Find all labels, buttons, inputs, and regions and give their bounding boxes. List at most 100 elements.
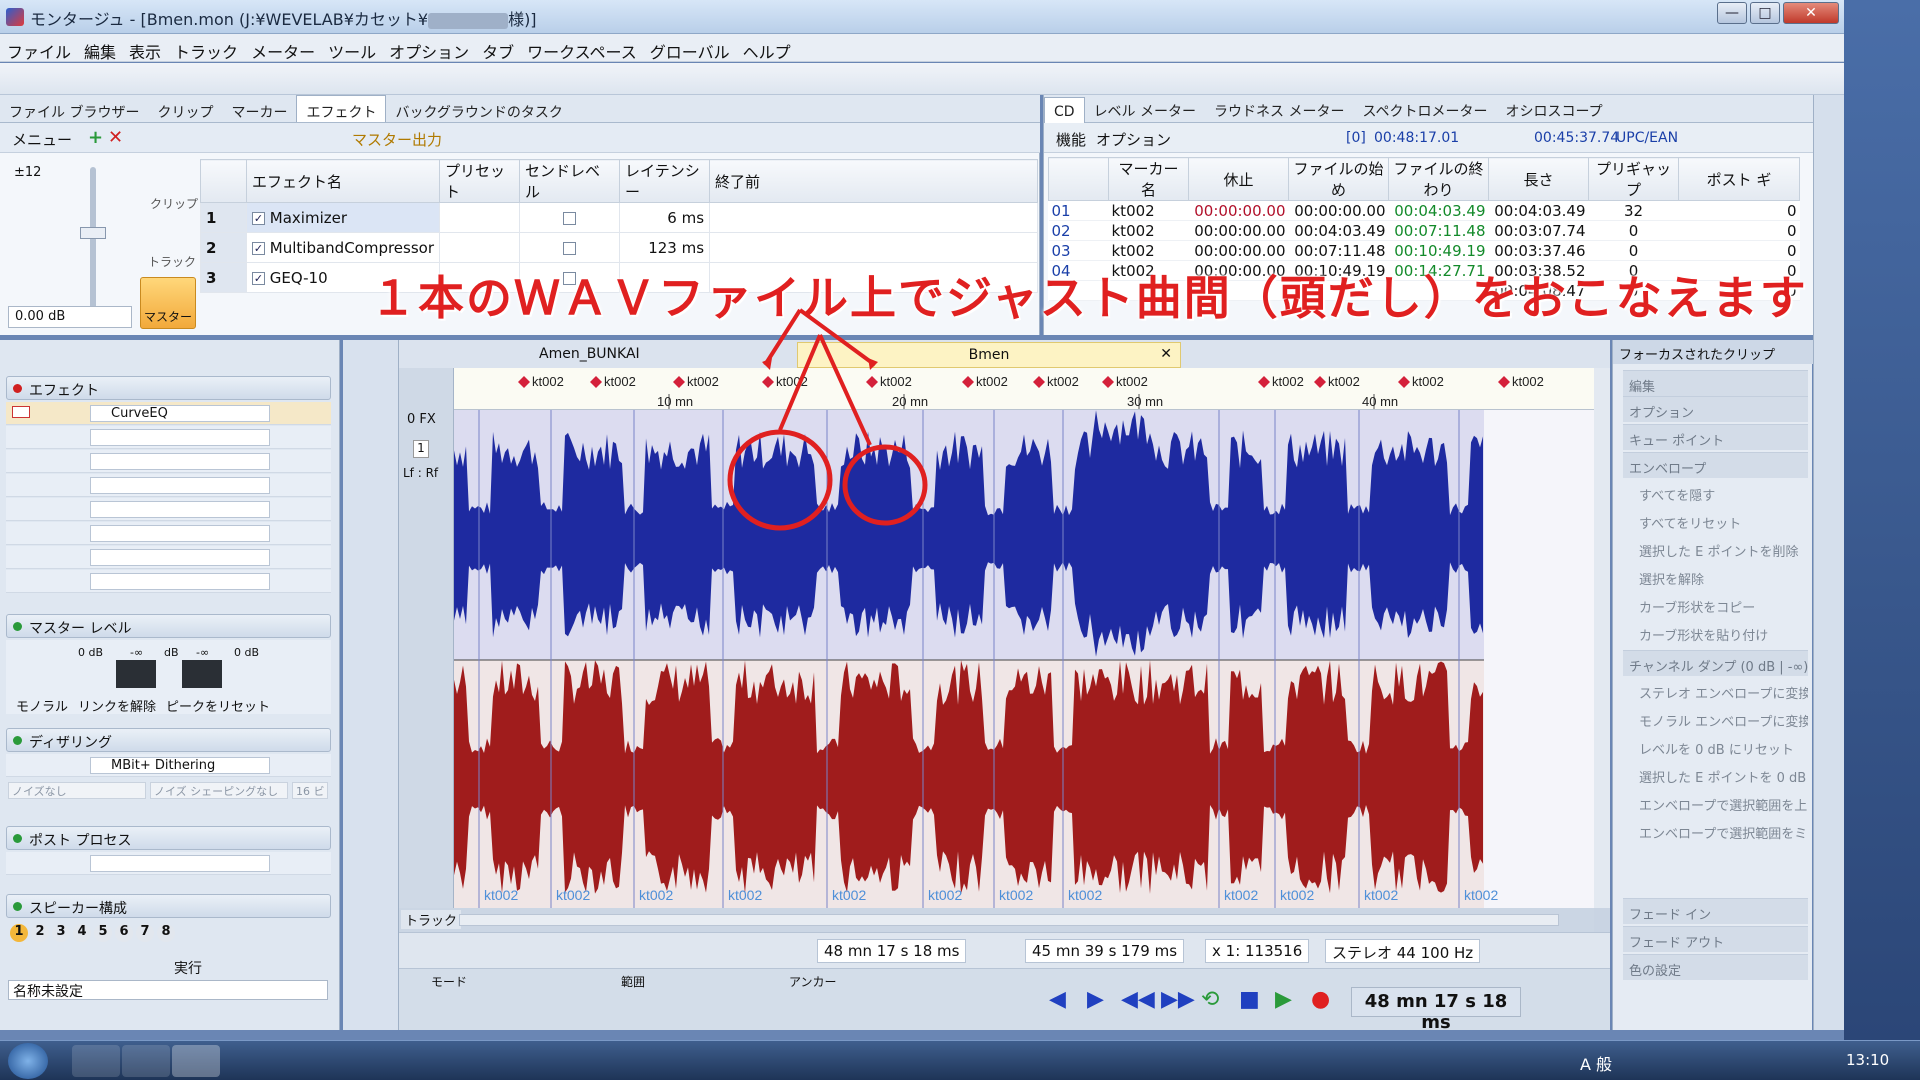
fast-forward-icon[interactable]: ▶▶ [1161,987,1195,1012]
col-before-end[interactable]: 終了前 [709,159,1038,203]
start-button[interactable] [8,1043,48,1079]
time-display[interactable]: 48 mn 17 s 18 ms [1351,987,1521,1033]
play-icon[interactable]: ▶ [1275,987,1292,1012]
track-number[interactable]: 1 [413,440,429,458]
effect-enable-checkbox[interactable]: ✓ [252,271,265,285]
tab-level-meter[interactable]: レベル メーター [1085,95,1205,122]
upc-ean-label[interactable]: UPC/EAN [1616,130,1678,146]
reset-peak-button[interactable]: ピークをリセット [166,696,270,715]
cd-marker[interactable] [1398,376,1410,388]
focus-menu-item[interactable]: オプション [1623,396,1808,422]
record-icon[interactable]: ● [1311,987,1330,1012]
effects-menu-button[interactable]: メニュー [12,129,72,150]
menu-help[interactable]: ヘルプ [736,34,797,63]
wavelab-taskbar-icon[interactable] [172,1045,220,1077]
post-process-header[interactable]: ポスト プロセス [6,826,331,850]
cd-marker[interactable] [1498,376,1510,388]
focus-menu-item[interactable]: 色の設定 [1623,954,1808,980]
preset-name-field[interactable]: 名称未設定 [8,980,328,1000]
cd-marker[interactable] [1102,376,1114,388]
speaker-5[interactable]: 5 [94,924,112,942]
loop-icon[interactable]: ⟲ [1201,987,1219,1012]
cd-marker[interactable] [590,376,602,388]
stop-icon[interactable]: ■ [1239,987,1260,1012]
explorer-taskbar-icon[interactable] [72,1045,120,1077]
focus-menu-item[interactable]: エンベロープ [1623,452,1808,478]
track-scope-label[interactable]: トラック [148,253,196,270]
close-tab-icon[interactable]: ✕ [1160,346,1172,362]
tab-amen-bunkai[interactable]: Amen_BUNKAI [539,346,640,362]
speaker-config-header[interactable]: スピーカー構成 [6,894,331,918]
col-length[interactable]: 長さ [1488,157,1589,201]
col-postgap[interactable]: ポスト ギ [1678,157,1800,201]
add-icon[interactable]: + [88,127,103,148]
focus-menu-item[interactable]: ステレオ エンベロープに変換 [1623,678,1808,704]
tab-spectrometer[interactable]: スペクトロメーター [1353,95,1496,122]
effect-slot[interactable] [6,522,331,545]
menu-tools[interactable]: ツール [321,34,382,63]
col-latency[interactable]: レイテンシー [619,159,711,203]
focus-menu-item[interactable]: モノラル エンベロープに変換 [1623,706,1808,732]
dithering-header[interactable]: ディザリング [6,728,331,752]
close-button[interactable]: ✕ [1783,2,1839,24]
focus-menu-item[interactable]: エンベロープで選択範囲をミ [1623,818,1808,844]
focus-menu-item[interactable]: チャンネル ダンプ (0 dB | -∞) [1623,650,1808,676]
focus-menu-item[interactable]: エンベロープで選択範囲を上 [1623,790,1808,816]
cd-track-row[interactable]: 02 kt002 00:00:00.00 00:04:03.49 00:07:11.48… [1048,220,1800,241]
effect-slot[interactable] [6,426,331,449]
tab-markers[interactable]: マーカー [222,96,296,123]
menu-edit[interactable]: 編集 [77,34,122,63]
menu-meter[interactable]: メーター [244,34,321,63]
focus-menu-item[interactable]: フェード イン [1623,898,1808,924]
focus-menu-item[interactable]: キュー ポイント [1623,424,1808,450]
send-checkbox[interactable] [563,241,577,255]
effects-section-header[interactable]: エフェクト [6,376,331,400]
cd-track-row[interactable]: 03 kt002 00:00:00.00 00:07:11.48 00:10:49.19… [1048,240,1800,261]
col-file-start[interactable]: ファイルの始め [1288,157,1389,201]
browser-taskbar-icon[interactable] [122,1045,170,1077]
menu-track[interactable]: トラック [167,34,244,63]
clip-scope-label[interactable]: クリップ [150,195,198,212]
focus-menu-item[interactable]: カーブ形状をコピー [1623,592,1808,618]
effect-slot[interactable] [6,546,331,569]
focus-menu-item[interactable]: 編集 [1623,370,1808,396]
cd-marker[interactable] [518,376,530,388]
cd-marker[interactable] [866,376,878,388]
tab-clips[interactable]: クリップ [148,96,222,123]
cd-options-menu[interactable]: オプション [1096,129,1171,150]
menu-options[interactable]: オプション [382,34,475,63]
send-checkbox[interactable] [563,211,577,225]
effect-enable-checkbox[interactable]: ✓ [252,241,265,255]
cd-marker[interactable] [1314,376,1326,388]
remove-icon[interactable] [12,406,30,418]
col-file-end[interactable]: ファイルの終わり [1388,157,1489,201]
focus-menu-item[interactable]: すべてを隠す [1623,480,1808,506]
tab-oscilloscope[interactable]: オシロスコープ [1497,95,1612,122]
tab-effects[interactable]: エフェクト [296,95,387,122]
cd-marker[interactable] [962,376,974,388]
focus-menu-item[interactable]: カーブ形状を貼り付け [1623,620,1808,646]
menu-global[interactable]: グローバル [643,34,736,63]
focus-menu-item[interactable]: 選択した E ポイントを削除 [1623,536,1808,562]
effect-row[interactable]: 1 ✓ Maximizer 6 ms [200,202,1038,233]
speaker-8[interactable]: 8 [157,924,175,942]
tab-loudness-meter[interactable]: ラウドネス メーター [1205,95,1353,122]
dither-plugin[interactable]: MBit+ Dithering [90,757,270,774]
col-send-level[interactable]: センドレベル [519,159,621,203]
noise-shaping-option[interactable]: ノイズ シェーピングなし [150,782,288,799]
tab-file-browser[interactable]: ファイル ブラウザー [0,96,148,123]
tab-background-tasks[interactable]: バックグラウンドのタスク [386,96,571,123]
delete-icon[interactable]: ✕ [108,127,123,148]
maximize-button[interactable]: □ [1750,2,1780,24]
fast-rewind-icon[interactable]: ◀◀ [1121,987,1155,1012]
stereo-waveform[interactable]: kt002 kt002 kt002 kt002 kt002 kt002 kt002 kt002… [454,410,1594,908]
effect-slot[interactable] [6,570,331,593]
effect-slot-plugin[interactable]: CurveEQ [90,405,270,422]
vertical-scrollbar[interactable] [1594,368,1610,908]
cd-marker[interactable] [762,376,774,388]
gain-slider-thumb[interactable] [80,227,106,239]
rewind-icon[interactable]: ◀ [1049,987,1066,1012]
effect-slot[interactable] [6,450,331,473]
speaker-4[interactable]: 4 [73,924,91,942]
cd-marker[interactable] [1258,376,1270,388]
